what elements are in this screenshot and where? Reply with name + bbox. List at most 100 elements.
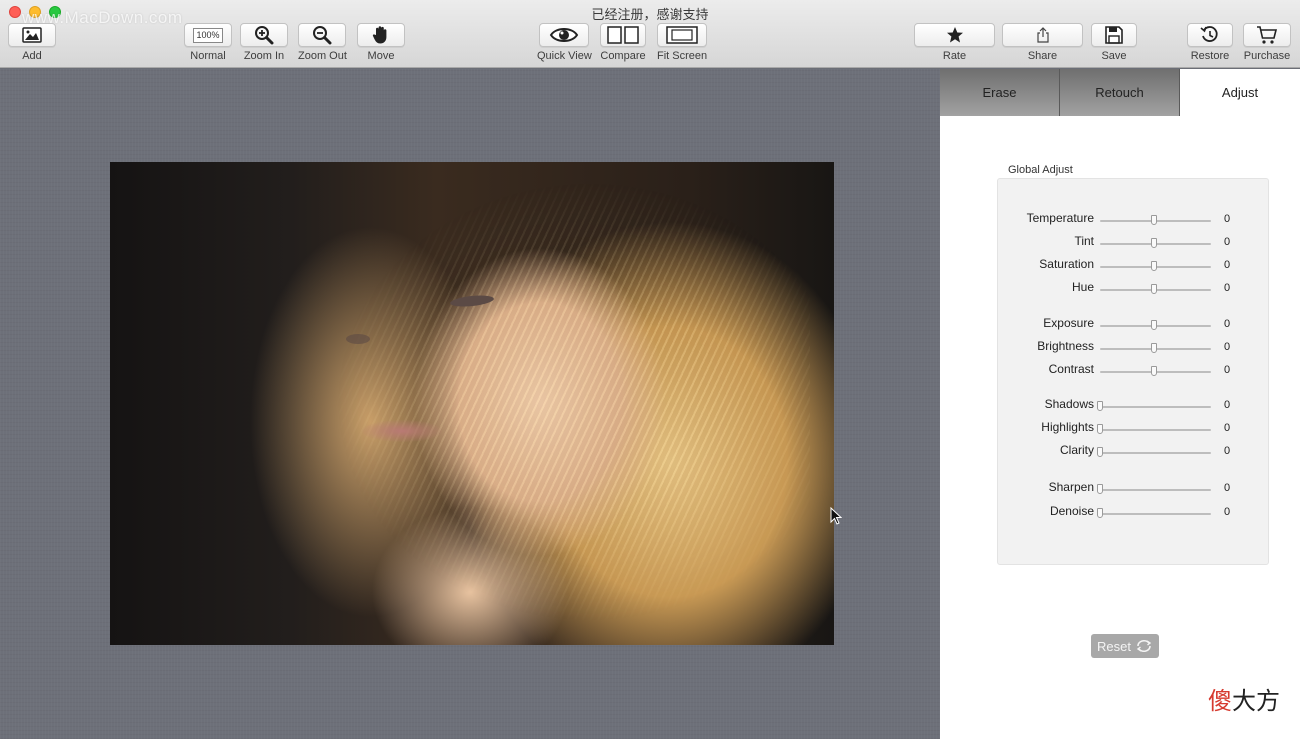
slider-row-denoise: Denoise 0 [998,504,1270,522]
share-button[interactable]: Share [1002,23,1083,62]
zoom-in-button[interactable]: Zoom In [240,23,288,62]
slider-knob[interactable] [1151,284,1157,294]
refresh-icon [1135,639,1153,653]
zoom-out-label: Zoom Out [298,50,347,62]
slider-knob[interactable] [1151,215,1157,225]
slider-knob[interactable] [1151,261,1157,271]
slider-knob[interactable] [1097,447,1103,457]
slider-row-brightness: Brightness 0 [998,339,1270,357]
slider-value: 0 [1224,236,1231,248]
brand-logo-part1: 傻 [1208,687,1232,715]
fit-screen-label: Fit Screen [657,50,708,62]
slider-value: 0 [1224,213,1231,225]
slider-label: Saturation [1039,257,1094,271]
normal-zoom-button[interactable]: 100% Normal [184,23,232,62]
hand-icon [372,25,390,45]
zoom-in-icon [253,25,275,45]
slider-value: 0 [1224,282,1231,294]
move-label: Move [367,50,395,62]
slider-label: Sharpen [1048,480,1094,494]
cart-icon [1256,25,1278,45]
slider-row-clarity: Clarity 0 [998,443,1270,461]
quick-view-button[interactable]: Quick View [537,23,592,62]
slider-label: Clarity [1059,443,1094,457]
slider-value: 0 [1224,341,1231,353]
highlights-slider[interactable] [1100,429,1211,431]
compare-label: Compare [600,50,646,62]
slider-row-shadows: Shadows 0 [998,397,1270,415]
slider-row-contrast: Contrast 0 [998,362,1270,380]
save-label: Save [1101,50,1127,62]
zoom-out-icon [311,25,333,45]
add-button[interactable]: Add [8,23,56,62]
image-canvas[interactable] [0,69,940,739]
move-button[interactable]: Move [357,23,405,62]
hair-texture [270,162,810,645]
tool-tabs: Erase Retouch Adjust [940,69,1300,116]
tab-erase[interactable]: Erase [940,69,1060,116]
zoom-in-label: Zoom In [243,50,285,62]
slider-value: 0 [1224,506,1231,518]
purchase-button[interactable]: Purchase [1243,23,1291,62]
restore-button[interactable]: Restore [1187,23,1233,62]
slider-knob[interactable] [1151,238,1157,248]
zoom-out-button[interactable]: Zoom Out [298,23,347,62]
save-button[interactable]: Save [1091,23,1137,62]
slider-knob[interactable] [1151,343,1157,353]
fit-screen-icon [665,25,699,45]
slider-value: 0 [1224,364,1231,376]
slider-label: Shadows [1044,397,1094,411]
left-eye [346,334,370,344]
slider-value: 0 [1224,318,1231,330]
brand-logo-part2: 大方 [1232,687,1280,715]
slider-label: Contrast [1048,362,1094,376]
slider-row-highlights: Highlights 0 [998,420,1270,438]
slider-knob[interactable] [1097,484,1103,494]
tab-adjust[interactable]: Adjust [1180,69,1300,116]
shadows-slider[interactable] [1100,406,1211,408]
normal-label: Normal [190,50,226,62]
slider-label: Denoise [1049,504,1094,518]
compare-icon [606,25,640,45]
slider-label: Highlights [1041,420,1094,434]
fit-screen-button[interactable]: Fit Screen [657,23,707,62]
slider-knob[interactable] [1097,401,1103,411]
share-label: Share [1027,50,1058,62]
slider-knob[interactable] [1151,366,1157,376]
slider-value: 0 [1224,482,1231,494]
global-adjust-group: Temperature 0 Tint 0 Saturation 0 Hue 0 Exposure… [997,178,1269,565]
rate-label: Rate [942,50,967,62]
tab-retouch[interactable]: Retouch [1060,69,1180,116]
slider-row-exposure: Exposure 0 [998,316,1270,334]
slider-value: 0 [1224,399,1231,411]
slider-label: Exposure [1043,316,1094,330]
reset-button[interactable]: Reset [1091,634,1159,658]
slider-knob[interactable] [1097,424,1103,434]
clarity-slider[interactable] [1100,452,1211,454]
restore-label: Restore [1190,50,1230,62]
save-disk-icon [1104,25,1124,45]
slider-knob[interactable] [1097,508,1103,518]
portrait-photo[interactable] [110,162,834,645]
denoise-slider[interactable] [1100,513,1211,515]
window-title: 已经注册，感谢支持 [591,7,709,22]
slider-row-sharpen: Sharpen 0 [998,480,1270,498]
slider-row-saturation: Saturation 0 [998,257,1270,275]
quick-view-label: Quick View [537,50,592,62]
adjust-panel: Erase Retouch Adjust Global Adjust Tempe… [940,69,1300,739]
eye-icon [549,26,579,44]
sharpen-slider[interactable] [1100,489,1211,491]
mouse-cursor-icon [830,506,843,530]
slider-row-hue: Hue 0 [998,280,1270,298]
add-label: Add [22,50,42,62]
slider-row-tint: Tint 0 [998,234,1270,252]
global-adjust-label: Global Adjust [1008,164,1073,176]
compare-button[interactable]: Compare [600,23,646,62]
slider-knob[interactable] [1151,320,1157,330]
share-icon [1036,26,1050,44]
slider-label: Hue [1071,280,1094,294]
slider-label: Temperature [1026,211,1094,225]
star-icon [946,26,964,44]
slider-value: 0 [1224,259,1231,271]
rate-button[interactable]: Rate [914,23,995,62]
